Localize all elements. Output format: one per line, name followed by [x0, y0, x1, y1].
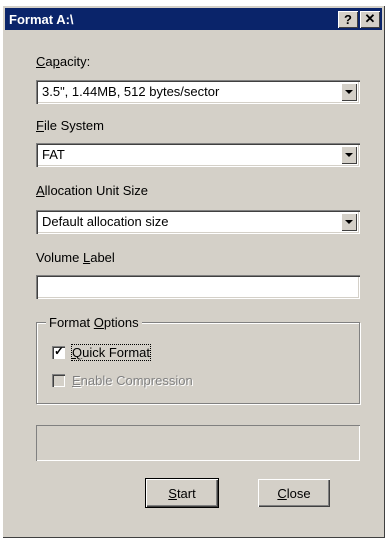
file-system-label: File System: [36, 118, 104, 133]
close-window-button[interactable]: ✕: [360, 10, 380, 28]
format-options-title: Format Options: [46, 315, 142, 330]
help-button[interactable]: ?: [338, 10, 358, 28]
chevron-down-icon: [345, 220, 353, 224]
title-bar: Format A:\ ? ✕: [5, 8, 382, 30]
allocation-select[interactable]: Default allocation size: [36, 210, 360, 234]
allocation-value: Default allocation size: [42, 214, 169, 229]
check-icon: ✓: [54, 344, 65, 358]
enable-compression-checkbox: [52, 374, 65, 387]
chevron-down-icon: [345, 90, 353, 94]
close-button[interactable]: Close: [258, 479, 330, 507]
start-button[interactable]: Start: [145, 478, 219, 508]
file-system-dropdown-button[interactable]: [341, 146, 357, 164]
capacity-value: 3.5", 1.44MB, 512 bytes/sector: [42, 84, 220, 99]
format-options-group: [36, 322, 360, 404]
capacity-label: Capacity:: [36, 54, 91, 69]
format-progress-bar: [36, 425, 360, 461]
file-system-value: FAT: [42, 147, 65, 162]
quick-format-label[interactable]: Quick Format: [70, 344, 152, 361]
dialog-title: Format A:\: [9, 11, 74, 27]
file-system-select[interactable]: FAT: [36, 143, 360, 167]
allocation-dropdown-button[interactable]: [341, 213, 357, 231]
capacity-dropdown-button[interactable]: [341, 83, 357, 101]
allocation-label: Allocation Unit Size: [36, 183, 148, 198]
volume-label-input[interactable]: [36, 275, 360, 299]
capacity-select[interactable]: 3.5", 1.44MB, 512 bytes/sector: [36, 80, 360, 104]
enable-compression-label: Enable Compression: [72, 373, 193, 388]
volume-label-label: Volume Label: [36, 250, 115, 265]
chevron-down-icon: [345, 153, 353, 157]
quick-format-checkbox[interactable]: ✓: [52, 344, 65, 359]
